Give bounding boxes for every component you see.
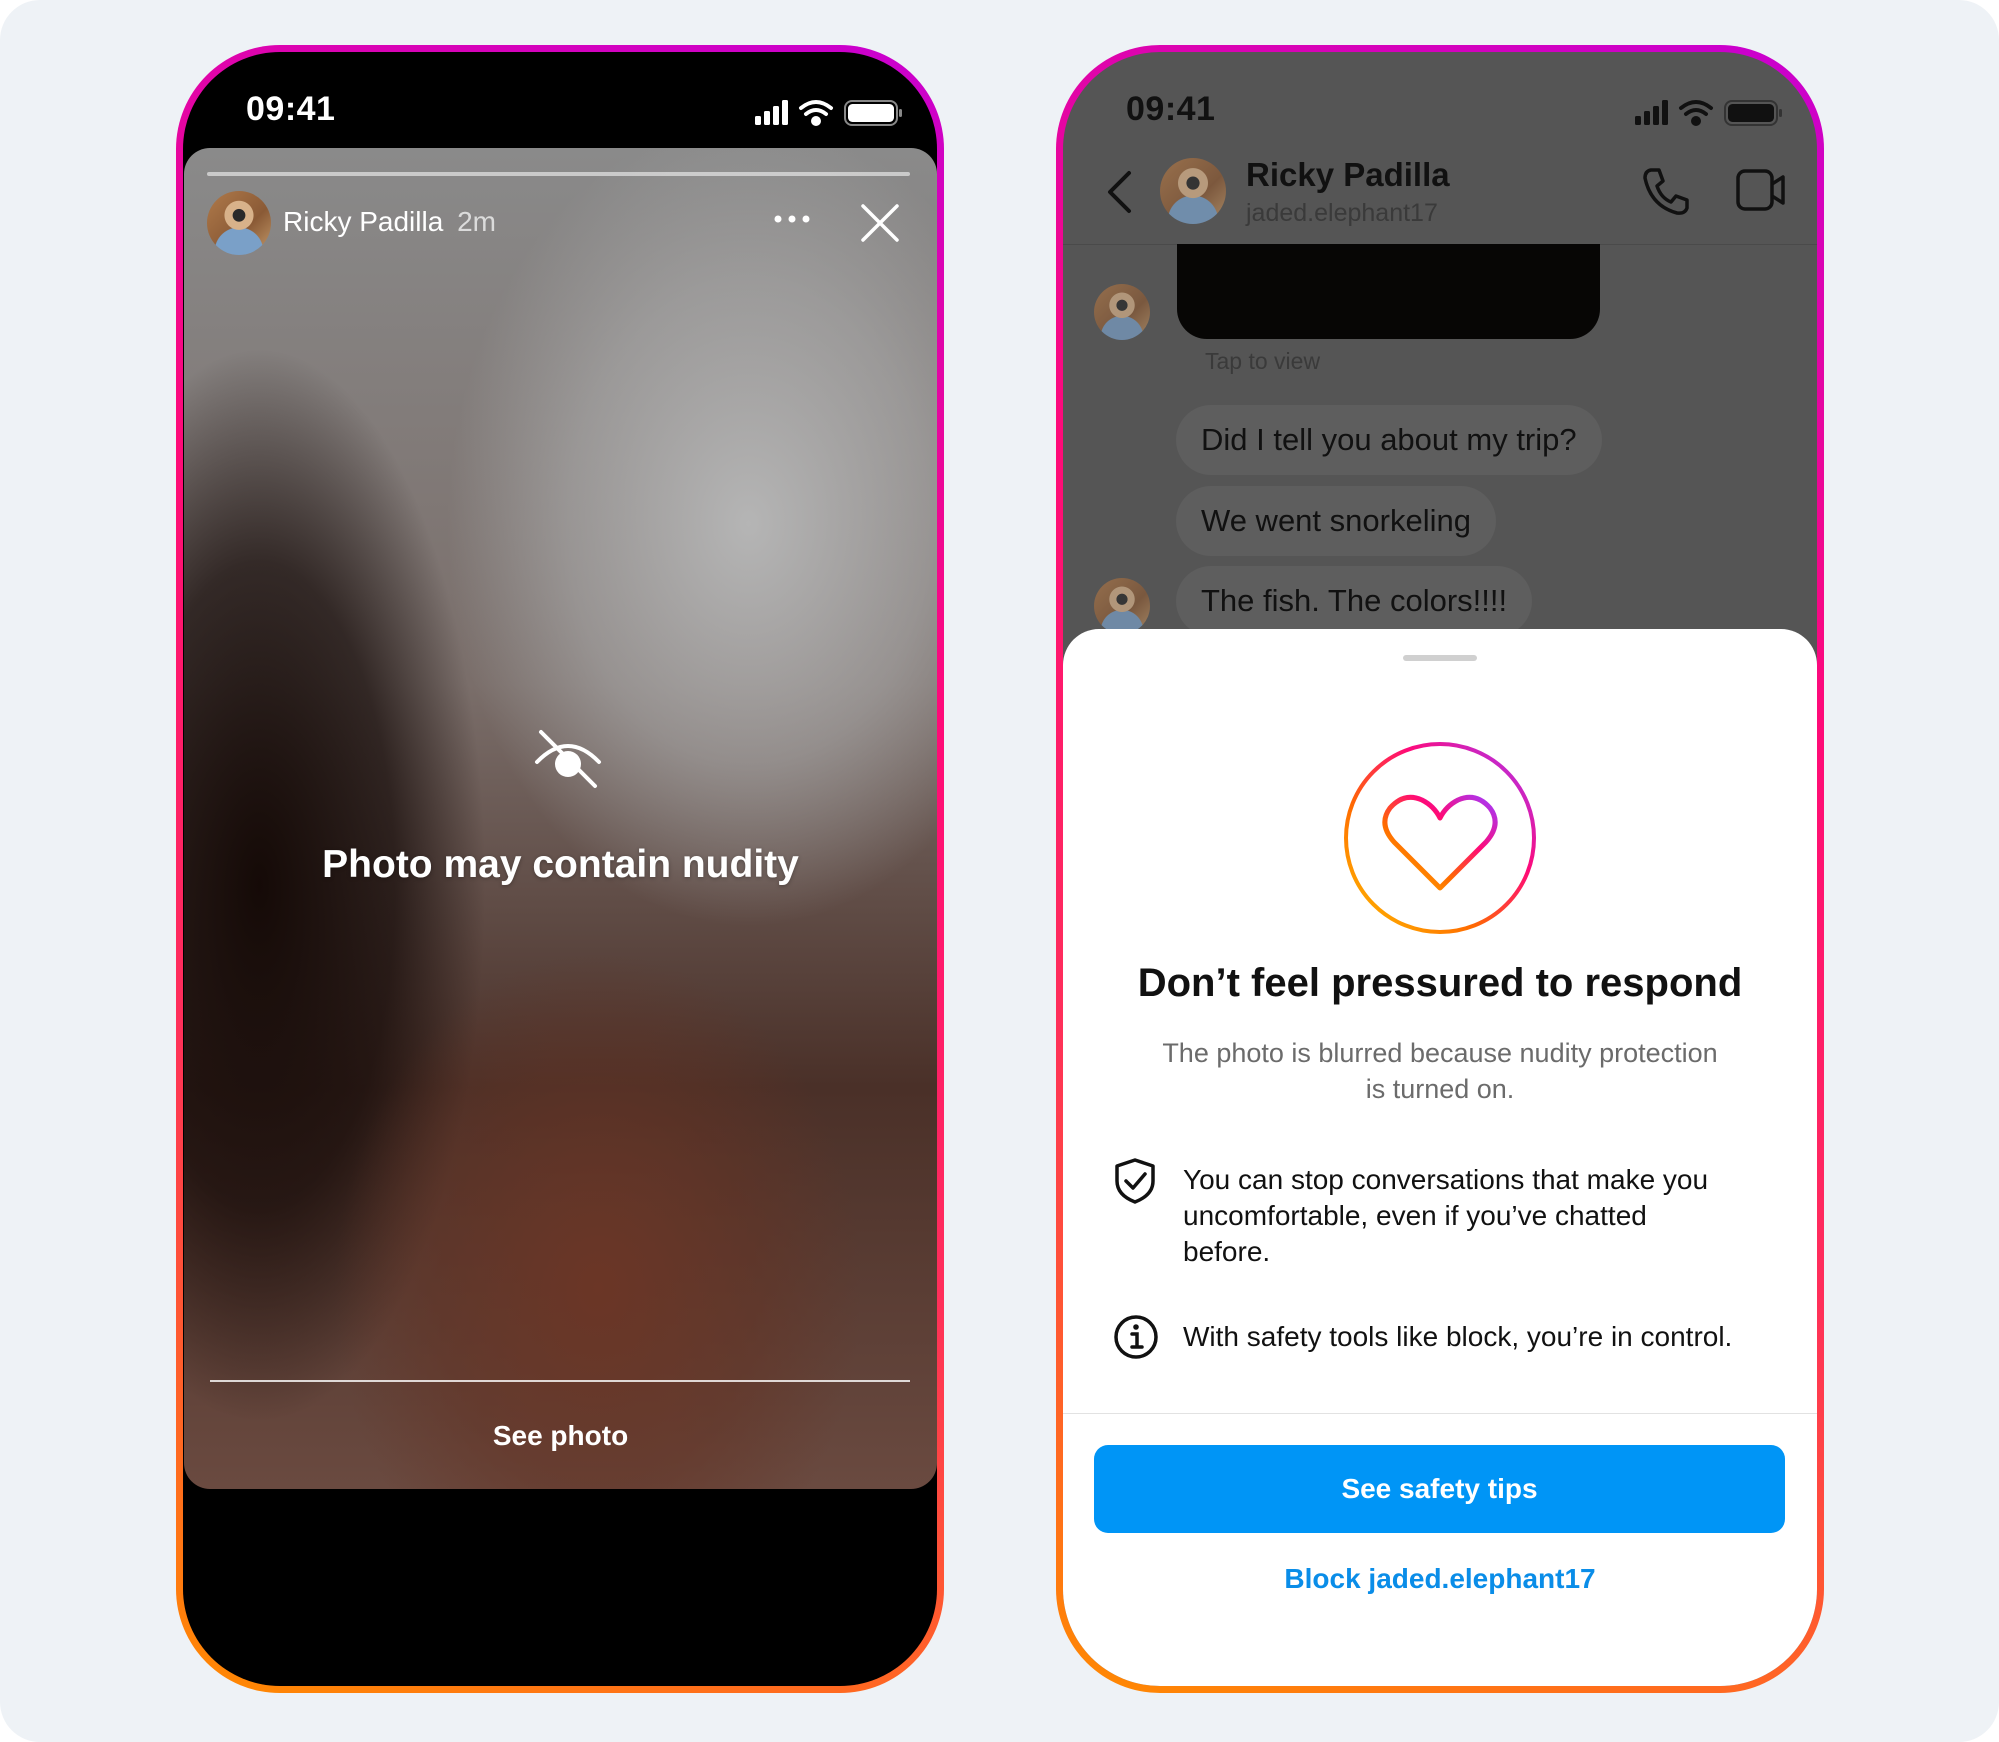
wifi-icon: [1679, 100, 1713, 126]
signal-icon: [1635, 100, 1668, 125]
story-phone-frame: 09:41 Ricky Padilla 2m Photo may contain…: [176, 45, 944, 1693]
blurred-photo[interactable]: Ricky Padilla 2m Photo may contain nudit…: [184, 148, 937, 1489]
block-user-link[interactable]: Block jaded.elephant17: [1063, 1563, 1817, 1595]
more-options-icon[interactable]: [772, 212, 812, 226]
sheet-subtitle: is turned on.: [1365, 1074, 1515, 1104]
tap-to-view-label[interactable]: Tap to view: [1205, 348, 1320, 375]
status-icons: [755, 100, 902, 126]
wifi-icon: [799, 100, 833, 126]
message-bubble: The fish. The colors!!!!: [1176, 566, 1533, 636]
back-icon[interactable]: [1105, 170, 1133, 214]
status-icons: [1635, 100, 1782, 126]
status-time: 09:41: [246, 90, 336, 128]
tip-text: You can stop conversations that make you: [1183, 1164, 1709, 1195]
story-progress-bar: [207, 172, 910, 176]
chat-contact-username: jaded.elephant17: [1246, 199, 1438, 227]
phone-call-icon[interactable]: [1641, 166, 1689, 216]
chat-screen: 09:41 Ricky Padilla jaded.elephant17 Tap…: [1063, 52, 1817, 1686]
sheet-handle[interactable]: [1403, 655, 1477, 661]
eye-off-icon: [535, 730, 601, 788]
sheet-title: Don’t feel pressured to respond: [1137, 961, 1743, 1005]
avatar[interactable]: [1160, 158, 1226, 224]
message-bubble: We went snorkeling: [1176, 486, 1496, 556]
sheet-subtitle: The photo is blurred because nudity prot…: [1162, 1038, 1718, 1068]
avatar[interactable]: [207, 191, 271, 255]
shield-check-icon: [1115, 1158, 1155, 1204]
story-username[interactable]: Ricky Padilla: [283, 206, 443, 237]
heart-icon: [1344, 742, 1536, 934]
status-time: 09:41: [1126, 90, 1216, 128]
video-call-icon[interactable]: [1735, 168, 1787, 212]
story-time-ago: 2m: [457, 206, 496, 237]
tip-text: before.: [1183, 1236, 1271, 1267]
hidden-photo-message[interactable]: [1177, 244, 1600, 339]
chat-phone-frame: 09:41 Ricky Padilla jaded.elephant17 Tap…: [1056, 45, 1824, 1693]
chat-contact-name[interactable]: Ricky Padilla: [1246, 156, 1450, 194]
close-icon[interactable]: [860, 203, 900, 243]
battery-icon: [844, 100, 902, 126]
page-background: 09:41 Ricky Padilla 2m Photo may contain…: [0, 0, 1999, 1742]
see-photo-button[interactable]: See photo: [184, 1420, 937, 1452]
avatar: [1094, 284, 1150, 340]
battery-icon: [1724, 100, 1782, 126]
divider: [1063, 1413, 1817, 1414]
bottom-sheet: Don’t feel pressured to respond The phot…: [1063, 629, 1817, 1686]
story-screen: 09:41 Ricky Padilla 2m Photo may contain…: [183, 52, 937, 1686]
warning-title: Photo may contain nudity: [322, 843, 799, 886]
divider: [210, 1380, 910, 1382]
info-icon: [1114, 1315, 1158, 1359]
message-bubble: Did I tell you about my trip?: [1176, 405, 1602, 475]
tip-text: uncomfortable, even if you’ve chatted: [1183, 1200, 1647, 1231]
see-safety-tips-button[interactable]: See safety tips: [1094, 1445, 1785, 1533]
signal-icon: [755, 100, 788, 125]
avatar: [1094, 578, 1150, 634]
tip-text: With safety tools like block, you’re in …: [1183, 1321, 1733, 1352]
